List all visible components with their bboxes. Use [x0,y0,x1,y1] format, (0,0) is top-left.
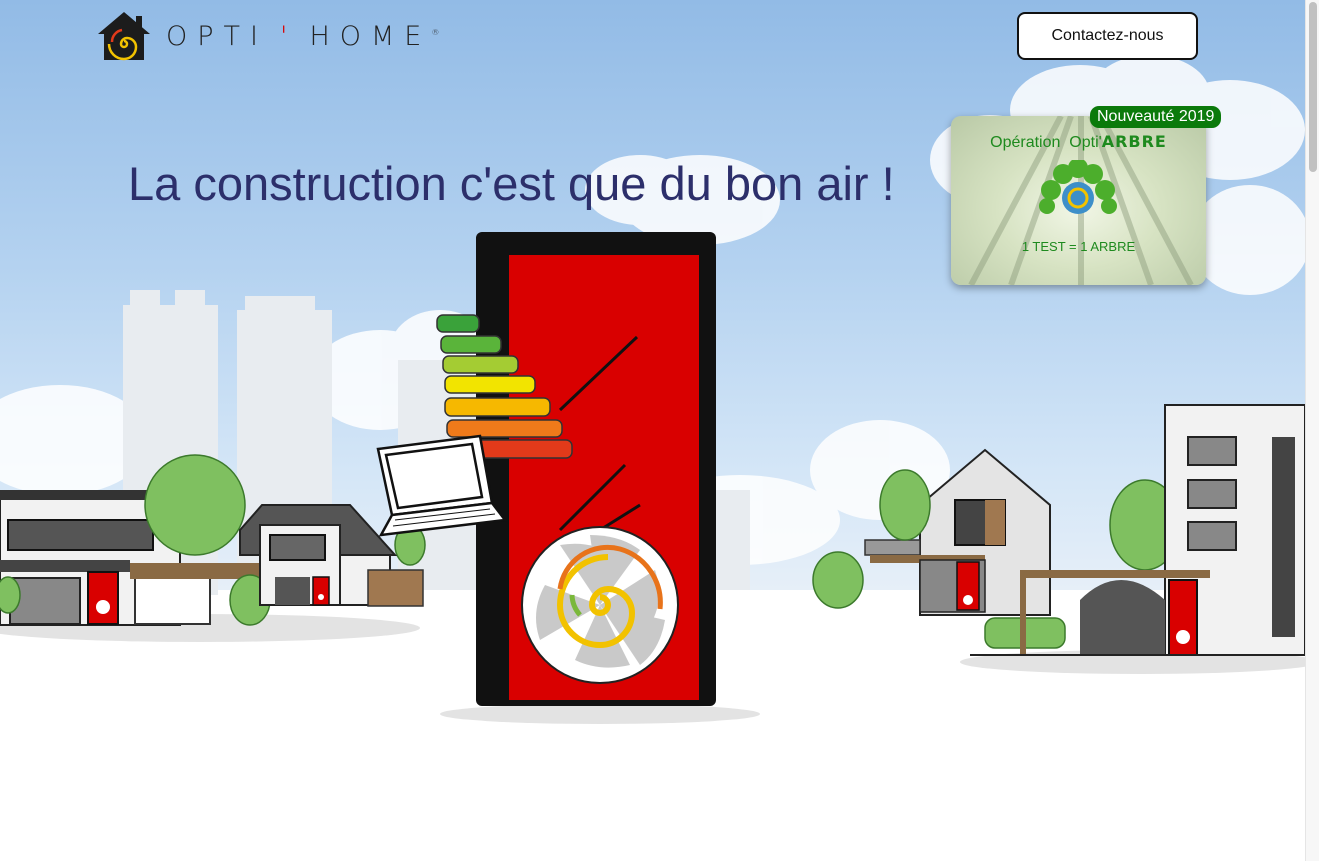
brand-logo[interactable]: OPTI ' HOME® [96,10,439,62]
promo-operation-name-bold: ARBRE [1101,132,1167,151]
contact-button[interactable]: Contactez-nous [1017,12,1198,60]
promo-operation-title: Opération Opti'ARBRE [951,132,1206,152]
promo-operation-prefix: Opération [990,134,1061,151]
promo-operation-name: Opti' [1069,134,1102,151]
brand-apostrophe: ' [280,20,298,52]
vertical-scrollbar[interactable] [1305,0,1319,861]
fan-logo [521,526,679,684]
hero-headline: La construction c'est que du bon air ! [128,157,895,210]
brand-name-part1: OPTI [166,20,268,52]
brand-name-part2: HOME [309,20,432,52]
promo-card-opti-arbre[interactable]: Opération Opti'ARBRE 1 TEST = 1 ARBRE [951,116,1206,285]
promo-tagline: 1 TEST = 1 ARBRE [1021,239,1136,254]
new-2019-badge: Nouveauté 2019 [1090,106,1222,128]
house-spiral-icon [98,12,150,61]
hero-scene: OPTI ' HOME® Contactez-nous La constructio… [0,0,1305,861]
registered-mark: ® [431,27,440,37]
scrollbar-thumb[interactable] [1309,2,1317,172]
brand-name: OPTI ' HOME® [166,21,439,52]
tree-globe-icon [1039,160,1117,214]
